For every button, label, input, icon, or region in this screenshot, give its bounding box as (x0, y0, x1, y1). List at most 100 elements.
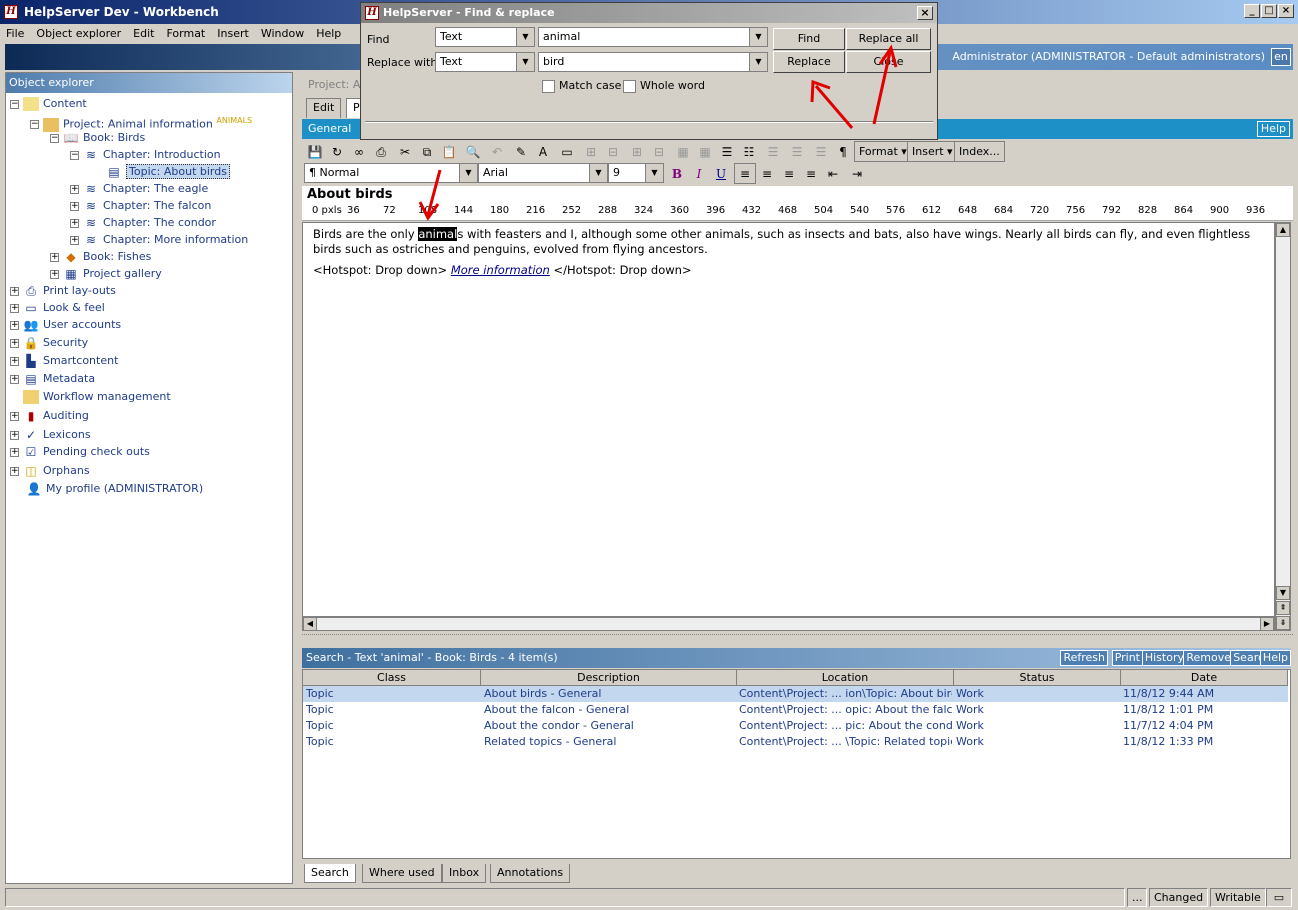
align-center-icon[interactable]: ≡ (756, 163, 778, 184)
refresh-icon[interactable]: ↻ (326, 141, 348, 162)
refresh-button[interactable]: Refresh (1060, 650, 1108, 666)
expand-icon[interactable]: + (10, 374, 19, 384)
replace-input[interactable]: bird ▼ (538, 52, 768, 72)
tree-item-book-fishes[interactable]: + ◆ Book: Fishes (50, 248, 151, 265)
tree-item-book-birds[interactable]: − 📖 Book: Birds (50, 129, 145, 146)
paste-icon[interactable]: 📋 (438, 141, 460, 162)
paragraph-style-select[interactable]: ¶ Normal ▼ (304, 163, 478, 183)
tree-item-chapter-eagle[interactable]: + ≋ Chapter: The eagle (70, 180, 208, 197)
insert-menu-button[interactable]: Insert ▾ (907, 141, 958, 162)
collapse-icon[interactable]: − (10, 99, 19, 109)
paragraph-1[interactable]: Birds are the only animals with feasters… (313, 227, 1258, 257)
indent-list-icon[interactable]: ☰ (786, 141, 808, 162)
table-row[interactable]: Topic About the falcon - General Content\P… (303, 702, 1288, 718)
help-button[interactable]: Help (1256, 121, 1290, 137)
find-icon[interactable]: 🔍 (462, 141, 484, 162)
collapse-icon[interactable]: − (50, 133, 59, 143)
expand-icon[interactable]: + (70, 218, 79, 228)
status-dots-button[interactable]: ... (1127, 888, 1147, 907)
font-size-select[interactable]: 9 ▼ (608, 163, 664, 183)
cut-icon[interactable]: ✂ (394, 141, 416, 162)
minimize-button[interactable]: _ (1244, 4, 1260, 18)
column-header-status[interactable]: Status (954, 670, 1121, 686)
spellcheck-icon[interactable]: A (532, 141, 554, 162)
tree-item-topic-about-birds[interactable]: ▤ Topic: About birds (106, 163, 230, 180)
dialog-close-icon[interactable]: × (917, 6, 933, 20)
tree-item-chapter-introduction[interactable]: − ≋ Chapter: Introduction (70, 146, 221, 163)
tree-item-workflow[interactable]: Workflow management (10, 388, 171, 405)
editor-vertical-scrollbar[interactable]: ▲ ▼ ⇞ ⇟ (1275, 222, 1291, 631)
replace-all-button[interactable]: Replace all (846, 28, 931, 50)
tree-item-pending-checkouts[interactable]: + ☑ Pending check outs (10, 443, 150, 460)
expand-icon[interactable]: + (10, 356, 19, 366)
close-window-button[interactable]: × (1278, 4, 1294, 18)
table-row-icon[interactable]: ⊟ (602, 141, 624, 162)
expand-icon[interactable]: + (10, 320, 19, 330)
preview-icon[interactable]: ∞ (348, 141, 370, 162)
undo-icon[interactable]: ↶ (486, 141, 508, 162)
scroll-right-icon[interactable]: ▶ (1260, 617, 1274, 631)
underline-button[interactable]: U (710, 163, 732, 184)
column-header-class[interactable]: Class (303, 670, 481, 686)
document-editor[interactable]: Birds are the only animals with feasters… (302, 222, 1275, 617)
justify-icon[interactable]: ≡ (800, 163, 822, 184)
collapse-icon[interactable]: − (70, 150, 79, 160)
italic-button[interactable]: I (688, 163, 710, 184)
expand-icon[interactable]: + (50, 269, 59, 279)
tree-item-chapter-more-info[interactable]: + ≋ Chapter: More information (70, 231, 248, 248)
find-input[interactable]: animal ▼ (538, 27, 768, 47)
table-row[interactable]: Topic Related topics - General Content\Pro… (303, 734, 1288, 750)
expand-icon[interactable]: + (10, 466, 19, 476)
scroll-up-icon[interactable]: ▲ (1276, 223, 1290, 237)
table-col-icon[interactable]: ⊞ (626, 141, 648, 162)
tree-item-security[interactable]: + 🔒 Security (10, 334, 88, 351)
bold-button[interactable]: B (666, 163, 688, 184)
table-insert-icon[interactable]: ⊞ (580, 141, 602, 162)
menu-window[interactable]: Window (255, 27, 310, 40)
find-button[interactable]: Find (773, 28, 845, 50)
tree-item-project-gallery[interactable]: + ▦ Project gallery (50, 265, 162, 282)
expand-icon[interactable]: + (10, 286, 19, 296)
tree-item-chapter-falcon[interactable]: + ≋ Chapter: The falcon (70, 197, 211, 214)
expand-icon[interactable]: + (10, 338, 19, 348)
menu-file[interactable]: File (0, 27, 30, 40)
menu-edit[interactable]: Edit (127, 27, 160, 40)
editor-horizontal-scrollbar[interactable]: ◀ ▶ (302, 617, 1275, 631)
table-split-icon[interactable]: ▦ (672, 141, 694, 162)
tree-item-project[interactable]: − Project: Animal information ANIMALS (30, 112, 252, 132)
table-row[interactable]: Topic About birds - General Content\Projec… (303, 686, 1288, 702)
bullet-list-icon[interactable]: ☷ (738, 141, 760, 162)
indent-icon[interactable]: ⇥ (846, 163, 868, 184)
tree-item-lexicons[interactable]: + ✓ Lexicons (10, 426, 91, 443)
print-icon[interactable]: ⎙ (370, 141, 392, 162)
hotspot-paragraph[interactable]: <Hotspot: Drop down> More information </… (313, 263, 1258, 278)
replace-button[interactable]: Replace (773, 51, 845, 73)
split-down-icon[interactable]: ⇟ (1276, 616, 1290, 630)
font-select[interactable]: Arial ▼ (478, 163, 608, 183)
tree-item-chapter-condor[interactable]: + ≋ Chapter: The condor (70, 214, 216, 231)
table-merge-icon[interactable]: ⊟ (648, 141, 670, 162)
splitter[interactable] (302, 634, 1293, 640)
highlight-icon[interactable]: ✎ (510, 141, 532, 162)
collapse-icon[interactable]: − (30, 120, 39, 130)
more-information-link[interactable]: More information (451, 263, 550, 277)
language-button[interactable]: en (1271, 48, 1291, 66)
menu-format[interactable]: Format (160, 27, 211, 40)
expand-icon[interactable]: + (70, 235, 79, 245)
outdent-icon[interactable]: ⇤ (822, 163, 844, 184)
tree-item-look-feel[interactable]: + ▭ Look & feel (10, 299, 105, 316)
replace-type-select[interactable]: Text ▼ (435, 52, 535, 72)
print-button[interactable]: Print (1111, 650, 1143, 666)
copy-icon[interactable]: ⧉ (416, 141, 438, 162)
match-case-checkbox[interactable]: Match case (542, 79, 621, 93)
tree-item-orphans[interactable]: + ◫ Orphans (10, 462, 90, 479)
maximize-button[interactable]: □ (1261, 4, 1277, 18)
expand-icon[interactable]: + (70, 184, 79, 194)
whole-word-checkbox[interactable]: Whole word (623, 79, 705, 93)
pilcrow-icon[interactable]: ¶ (832, 141, 854, 162)
remove-button[interactable]: Remove (1183, 650, 1234, 666)
expand-icon[interactable]: + (50, 252, 59, 262)
history-button[interactable]: History (1141, 650, 1187, 666)
align-left-icon[interactable]: ≡ (734, 163, 756, 184)
tree-item-print-layouts[interactable]: + ⎙ Print lay-outs (10, 282, 116, 299)
